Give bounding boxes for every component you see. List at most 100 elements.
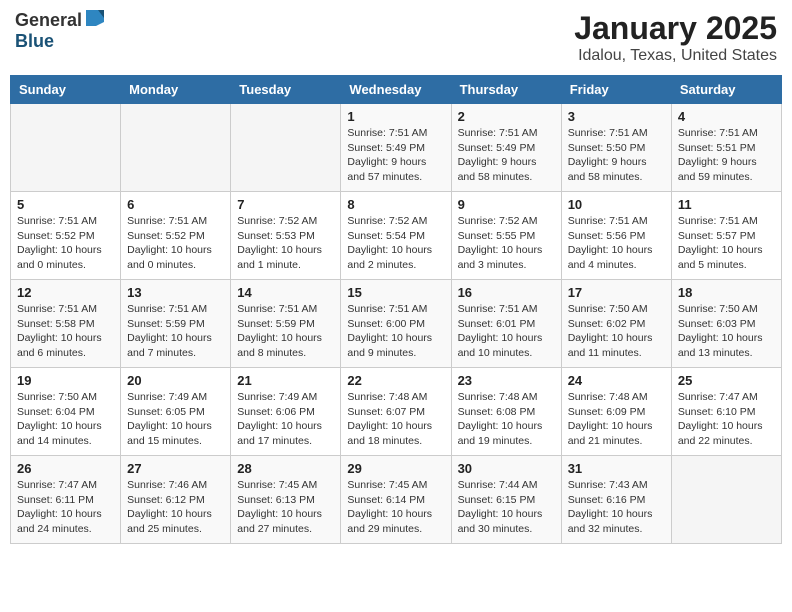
day-number: 8	[347, 197, 444, 212]
calendar-day: 14 Sunrise: 7:51 AMSunset: 5:59 PMDayligh…	[231, 280, 341, 368]
calendar-week-3: 12 Sunrise: 7:51 AMSunset: 5:58 PMDayligh…	[11, 280, 782, 368]
calendar-day: 17 Sunrise: 7:50 AMSunset: 6:02 PMDayligh…	[561, 280, 671, 368]
day-info: Sunrise: 7:51 AMSunset: 5:49 PMDaylight:…	[458, 126, 555, 185]
title-block: January 2025 Idalou, Texas, United State…	[574, 10, 777, 65]
calendar-day: 7Sunrise: 7:52 AMSunset: 5:53 PMDaylight…	[231, 192, 341, 280]
calendar-day	[121, 104, 231, 192]
day-info: Sunrise: 7:47 AMSunset: 6:11 PMDaylight:…	[17, 478, 114, 537]
day-info: Sunrise: 7:43 AMSunset: 6:16 PMDaylight:…	[568, 478, 665, 537]
calendar-day: 29 Sunrise: 7:45 AMSunset: 6:14 PMDayligh…	[341, 456, 451, 544]
day-info: Sunrise: 7:48 AMSunset: 6:07 PMDaylight:…	[347, 390, 444, 449]
day-number: 1	[347, 109, 444, 124]
day-info: Sunrise: 7:45 AMSunset: 6:14 PMDaylight:…	[347, 478, 444, 537]
header-thursday: Thursday	[451, 76, 561, 104]
day-info: Sunrise: 7:52 AMSunset: 5:54 PMDaylight:…	[347, 214, 444, 273]
calendar-day: 13 Sunrise: 7:51 AMSunset: 5:59 PMDayligh…	[121, 280, 231, 368]
day-number: 15	[347, 285, 444, 300]
month-title: January 2025	[574, 10, 777, 47]
calendar-day: 30 Sunrise: 7:44 AMSunset: 6:15 PMDayligh…	[451, 456, 561, 544]
day-info: Sunrise: 7:48 AMSunset: 6:08 PMDaylight:…	[458, 390, 555, 449]
day-info: Sunrise: 7:52 AMSunset: 5:55 PMDaylight:…	[458, 214, 555, 273]
day-number: 20	[127, 373, 224, 388]
header-sunday: Sunday	[11, 76, 121, 104]
day-info: Sunrise: 7:50 AMSunset: 6:03 PMDaylight:…	[678, 302, 775, 361]
day-info: Sunrise: 7:51 AMSunset: 5:59 PMDaylight:…	[127, 302, 224, 361]
day-info: Sunrise: 7:51 AMSunset: 5:49 PMDaylight:…	[347, 126, 444, 185]
day-info: Sunrise: 7:44 AMSunset: 6:15 PMDaylight:…	[458, 478, 555, 537]
day-number: 7	[237, 197, 334, 212]
calendar-day	[671, 456, 781, 544]
day-number: 27	[127, 461, 224, 476]
calendar-day: 28 Sunrise: 7:45 AMSunset: 6:13 PMDayligh…	[231, 456, 341, 544]
calendar-day: 5Sunrise: 7:51 AMSunset: 5:52 PMDaylight…	[11, 192, 121, 280]
page-header: General Blue January 2025 Idalou, Texas,…	[10, 10, 782, 65]
day-number: 24	[568, 373, 665, 388]
day-number: 28	[237, 461, 334, 476]
calendar-day: 25 Sunrise: 7:47 AMSunset: 6:10 PMDayligh…	[671, 368, 781, 456]
day-info: Sunrise: 7:50 AMSunset: 6:02 PMDaylight:…	[568, 302, 665, 361]
calendar-day: 6Sunrise: 7:51 AMSunset: 5:52 PMDaylight…	[121, 192, 231, 280]
day-number: 19	[17, 373, 114, 388]
logo-flag-icon	[84, 8, 106, 31]
calendar-week-2: 5Sunrise: 7:51 AMSunset: 5:52 PMDaylight…	[11, 192, 782, 280]
calendar-day	[231, 104, 341, 192]
calendar-week-4: 19 Sunrise: 7:50 AMSunset: 6:04 PMDayligh…	[11, 368, 782, 456]
day-info: Sunrise: 7:50 AMSunset: 6:04 PMDaylight:…	[17, 390, 114, 449]
day-number: 31	[568, 461, 665, 476]
day-number: 3	[568, 109, 665, 124]
calendar-week-5: 26Sunrise: 7:47 AMSunset: 6:11 PMDayligh…	[11, 456, 782, 544]
day-number: 6	[127, 197, 224, 212]
calendar-day: 23 Sunrise: 7:48 AMSunset: 6:08 PMDayligh…	[451, 368, 561, 456]
calendar-day: 12 Sunrise: 7:51 AMSunset: 5:58 PMDayligh…	[11, 280, 121, 368]
calendar-day: 10 Sunrise: 7:51 AMSunset: 5:56 PMDayligh…	[561, 192, 671, 280]
day-info: Sunrise: 7:46 AMSunset: 6:12 PMDaylight:…	[127, 478, 224, 537]
calendar-week-1: 1 Sunrise: 7:51 AMSunset: 5:49 PMDaylight…	[11, 104, 782, 192]
day-number: 23	[458, 373, 555, 388]
header-saturday: Saturday	[671, 76, 781, 104]
day-number: 13	[127, 285, 224, 300]
day-number: 2	[458, 109, 555, 124]
calendar-day: 27 Sunrise: 7:46 AMSunset: 6:12 PMDayligh…	[121, 456, 231, 544]
day-info: Sunrise: 7:51 AMSunset: 5:59 PMDaylight:…	[237, 302, 334, 361]
calendar-day: 24 Sunrise: 7:48 AMSunset: 6:09 PMDayligh…	[561, 368, 671, 456]
day-number: 17	[568, 285, 665, 300]
day-info: Sunrise: 7:51 AMSunset: 5:50 PMDaylight:…	[568, 126, 665, 185]
day-info: Sunrise: 7:51 AMSunset: 5:58 PMDaylight:…	[17, 302, 114, 361]
day-info: Sunrise: 7:51 AMSunset: 6:00 PMDaylight:…	[347, 302, 444, 361]
day-number: 12	[17, 285, 114, 300]
day-number: 11	[678, 197, 775, 212]
day-info: Sunrise: 7:51 AMSunset: 5:56 PMDaylight:…	[568, 214, 665, 273]
header-friday: Friday	[561, 76, 671, 104]
header-monday: Monday	[121, 76, 231, 104]
day-number: 14	[237, 285, 334, 300]
calendar-day: 9 Sunrise: 7:52 AMSunset: 5:55 PMDaylight…	[451, 192, 561, 280]
calendar-day: 1 Sunrise: 7:51 AMSunset: 5:49 PMDaylight…	[341, 104, 451, 192]
calendar-day: 31 Sunrise: 7:43 AMSunset: 6:16 PMDayligh…	[561, 456, 671, 544]
calendar-day: 21Sunrise: 7:49 AMSunset: 6:06 PMDayligh…	[231, 368, 341, 456]
day-info: Sunrise: 7:47 AMSunset: 6:10 PMDaylight:…	[678, 390, 775, 449]
day-info: Sunrise: 7:48 AMSunset: 6:09 PMDaylight:…	[568, 390, 665, 449]
day-number: 30	[458, 461, 555, 476]
calendar-day: 16Sunrise: 7:51 AMSunset: 6:01 PMDayligh…	[451, 280, 561, 368]
day-number: 29	[347, 461, 444, 476]
calendar-day: 4Sunrise: 7:51 AMSunset: 5:51 PMDaylight…	[671, 104, 781, 192]
day-number: 21	[237, 373, 334, 388]
calendar-day: 15 Sunrise: 7:51 AMSunset: 6:00 PMDayligh…	[341, 280, 451, 368]
day-info: Sunrise: 7:51 AMSunset: 5:51 PMDaylight:…	[678, 126, 775, 185]
day-number: 18	[678, 285, 775, 300]
calendar-day: 22 Sunrise: 7:48 AMSunset: 6:07 PMDayligh…	[341, 368, 451, 456]
calendar-table: Sunday Monday Tuesday Wednesday Thursday…	[10, 75, 782, 544]
calendar-day: 26Sunrise: 7:47 AMSunset: 6:11 PMDayligh…	[11, 456, 121, 544]
calendar-day: 3 Sunrise: 7:51 AMSunset: 5:50 PMDaylight…	[561, 104, 671, 192]
day-info: Sunrise: 7:51 AMSunset: 5:52 PMDaylight:…	[17, 214, 114, 273]
day-number: 22	[347, 373, 444, 388]
day-number: 25	[678, 373, 775, 388]
calendar-day: 8 Sunrise: 7:52 AMSunset: 5:54 PMDaylight…	[341, 192, 451, 280]
location-title: Idalou, Texas, United States	[574, 47, 777, 65]
day-info: Sunrise: 7:45 AMSunset: 6:13 PMDaylight:…	[237, 478, 334, 537]
logo-blue-text: Blue	[15, 31, 54, 51]
day-number: 10	[568, 197, 665, 212]
day-number: 9	[458, 197, 555, 212]
day-info: Sunrise: 7:49 AMSunset: 6:05 PMDaylight:…	[127, 390, 224, 449]
logo-general-text: General	[15, 10, 82, 31]
